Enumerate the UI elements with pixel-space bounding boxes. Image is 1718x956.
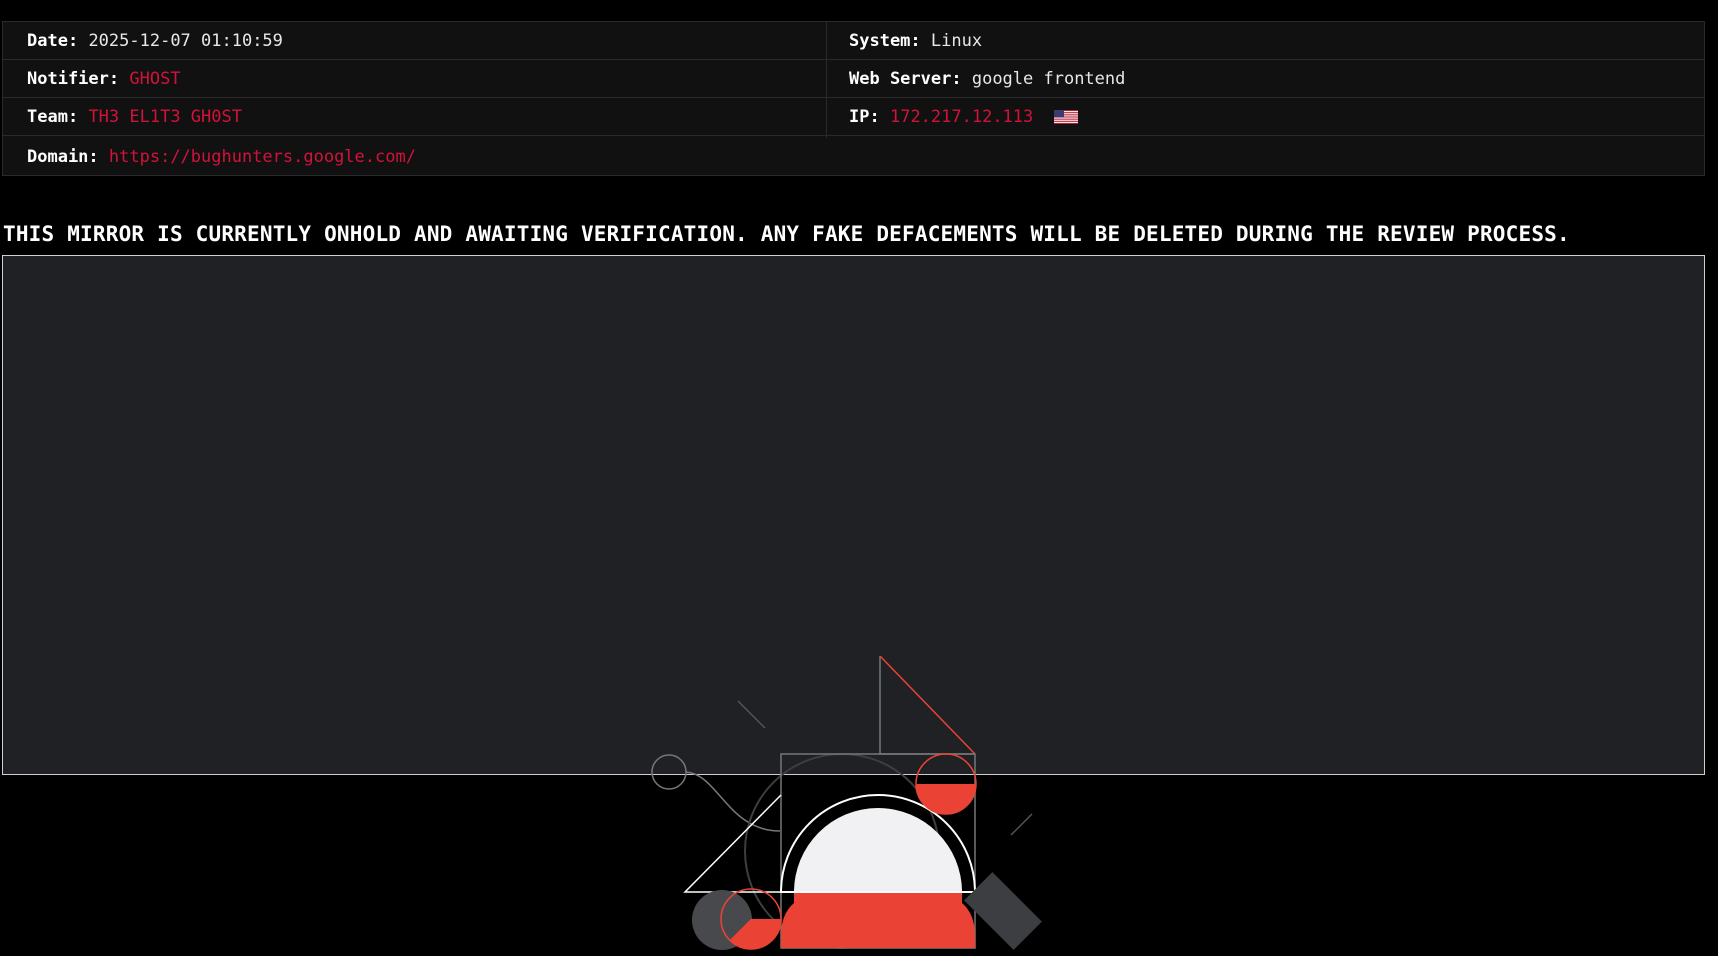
system-value: Linux xyxy=(930,31,983,51)
half-circle-white xyxy=(794,808,962,892)
info-row-team: Team: TH3 EL1T3 GH0ST IP: 172.217.12.113 xyxy=(3,98,1704,136)
date-label: Date: xyxy=(27,31,79,51)
grey-diamond xyxy=(964,872,1042,950)
date-cell: Date: 2025-12-07 01:10:59 xyxy=(27,22,283,60)
ip-link[interactable]: 172.217.12.113 xyxy=(890,107,1033,127)
mirror-preview-frame[interactable] xyxy=(2,255,1705,950)
notifier-link[interactable]: GHOST xyxy=(129,69,180,89)
domain-cell: Domain: https://bughunters.google.com/ xyxy=(27,138,416,176)
notifier-cell: Notifier: GHOST xyxy=(27,60,181,98)
team-link[interactable]: TH3 EL1T3 GH0ST xyxy=(88,107,242,127)
triangle-red-edge xyxy=(879,656,976,755)
decor-line xyxy=(737,700,766,729)
domain-link[interactable]: https://bughunters.google.com/ xyxy=(109,147,416,167)
decor-curve xyxy=(685,771,781,832)
system-label: System: xyxy=(849,31,921,51)
webserver-value: google frontend xyxy=(971,69,1126,89)
verification-notice: THIS MIRROR IS CURRENTLY ONHOLD AND AWAI… xyxy=(3,222,1570,246)
system-cell: System: Linux xyxy=(849,22,982,60)
notifier-label: Notifier: xyxy=(27,69,120,89)
decor-line xyxy=(1010,813,1033,836)
date-value: 2025-12-07 01:10:59 xyxy=(88,31,283,51)
info-row-domain: Domain: https://bughunters.google.com/ xyxy=(3,138,1704,176)
webserver-cell: Web Server: google frontend xyxy=(849,60,1125,98)
team-label: Team: xyxy=(27,107,79,127)
ip-cell: IP: 172.217.12.113 xyxy=(849,98,1078,136)
us-flag-icon xyxy=(1053,110,1078,124)
info-row-date: Date: 2025-12-07 01:10:59 System: Linux xyxy=(3,22,1704,60)
info-row-notifier: Notifier: GHOST Web Server: google front… xyxy=(3,60,1704,98)
ip-label: IP: xyxy=(849,107,880,127)
domain-label: Domain: xyxy=(27,147,99,167)
error-illustration xyxy=(651,656,1042,950)
team-cell: Team: TH3 EL1T3 GH0ST xyxy=(27,98,242,136)
decor-circle xyxy=(651,754,687,790)
webserver-label: Web Server: xyxy=(849,69,962,89)
mirror-info-table: Date: 2025-12-07 01:10:59 System: Linux … xyxy=(2,21,1705,176)
red-half-circle xyxy=(916,784,976,814)
